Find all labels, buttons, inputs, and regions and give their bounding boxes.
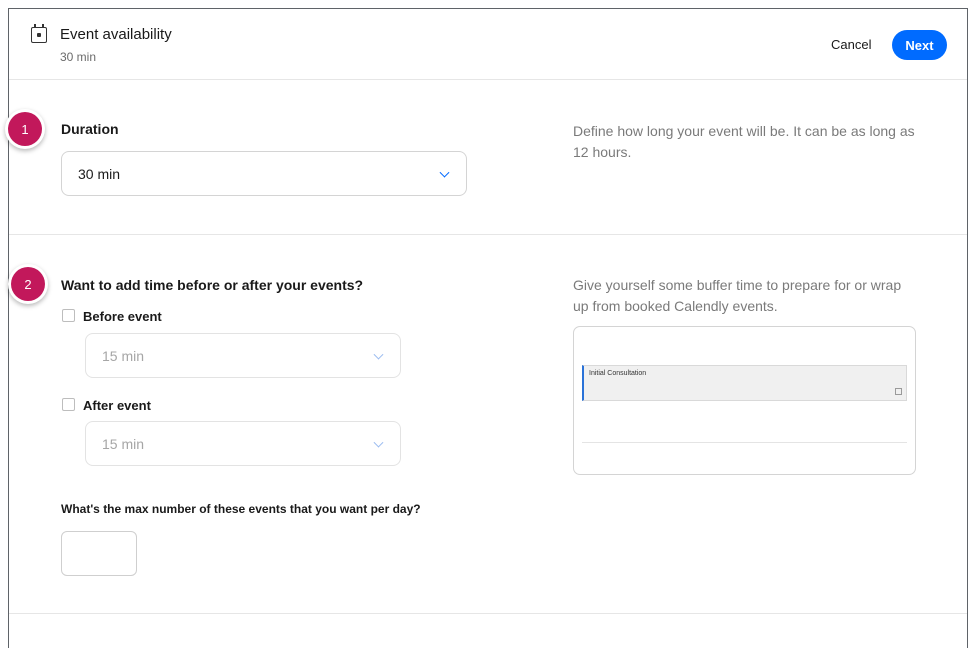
before-event-select[interactable]: 15 min [85,333,401,378]
page-title: Event availability [60,26,172,43]
buffer-preview: Initial Consultation [573,326,916,475]
after-event-value: 15 min [102,435,145,452]
calendar-icon [31,24,47,43]
preview-divider [582,442,907,443]
before-event-checkbox[interactable] [62,309,75,322]
before-event-label: Before event [83,309,162,324]
after-event-label: After event [83,398,151,413]
event-square-icon [895,388,902,395]
chevron-down-icon [439,167,450,178]
page-subtitle: 30 min [60,50,97,64]
step-badge-1: 1 [8,112,42,146]
after-event-checkbox[interactable] [62,398,75,411]
after-event-select[interactable]: 15 min [85,421,401,466]
preview-event-title: Initial Consultation [589,370,647,377]
duration-select[interactable]: 30 min [61,151,467,196]
duration-help-text: Define how long your event will be. It c… [573,123,915,160]
duration-section: Duration 30 min Define how long your eve… [9,79,967,235]
step-badge-2: 2 [11,267,45,301]
event-availability-panel: Event availability 30 min Cancel Next Du… [8,8,968,648]
duration-label: Duration [61,121,119,137]
cancel-button[interactable]: Cancel [831,37,871,52]
preview-event-block: Initial Consultation [582,365,907,401]
chevron-down-icon [373,349,384,360]
max-events-input[interactable] [61,531,137,576]
duration-value: 30 min [78,165,121,182]
buffer-label: Want to add time before or after your ev… [61,277,364,293]
max-events-label: What's the max number of these events th… [61,502,421,516]
before-event-value: 15 min [102,347,145,364]
buffer-section: Want to add time before or after your ev… [9,235,967,614]
chevron-down-icon [373,437,384,448]
buffer-help-text: Give yourself some buffer time to prepar… [573,277,902,314]
next-button[interactable]: Next [892,30,947,60]
panel-header: Event availability 30 min Cancel Next [9,9,967,80]
